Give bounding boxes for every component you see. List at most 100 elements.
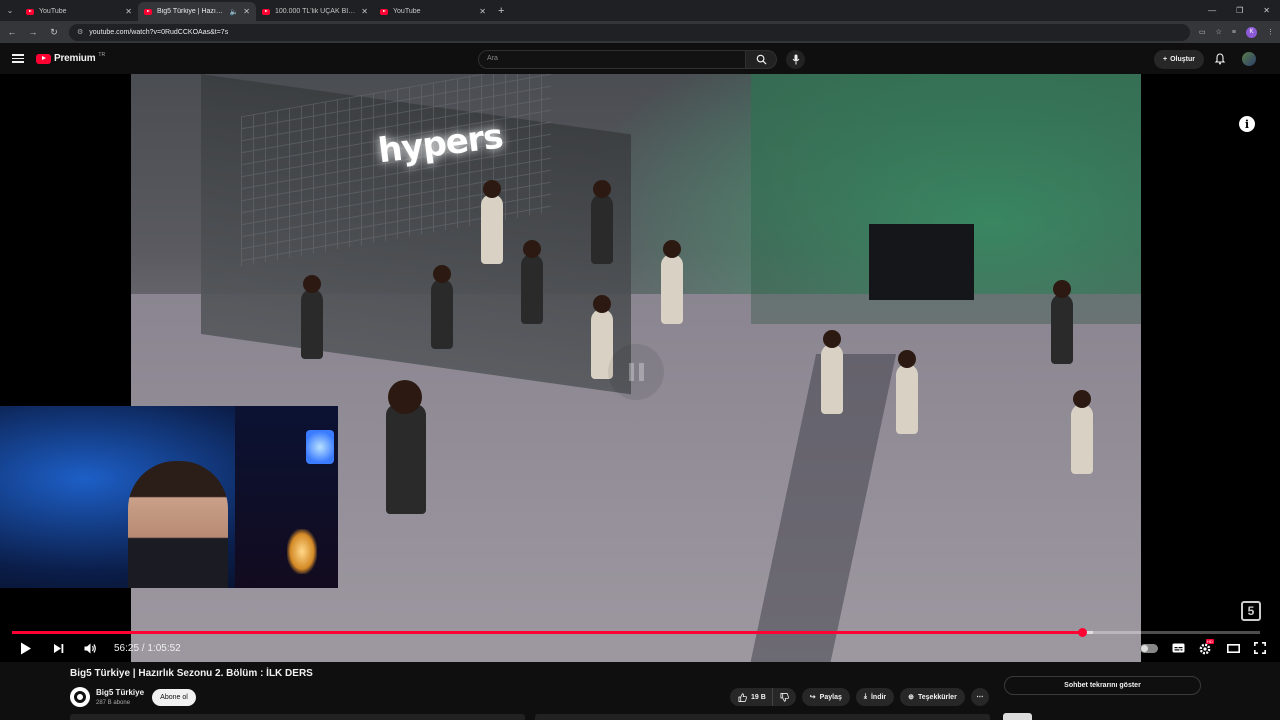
tab-search-icon[interactable]: ⌄	[0, 0, 20, 21]
create-label: Oluştur	[1170, 56, 1195, 63]
description-box[interactable]	[70, 714, 525, 720]
minimize-icon[interactable]: —	[1208, 6, 1216, 15]
back-icon[interactable]: ←	[6, 27, 18, 37]
tab-title: Big5 Türkiye | Hazırlık Sezonu 2. Bölüm …	[157, 8, 225, 15]
close-tab-icon[interactable]: ✕	[125, 7, 132, 16]
dancer	[481, 180, 503, 264]
like-count: 19 B	[751, 693, 766, 701]
dancer	[521, 240, 543, 324]
channel-name[interactable]: Big5 Türkiye	[96, 688, 144, 697]
youtube-favicon-icon	[380, 8, 388, 15]
browser-tab[interactable]: YouTube ✕	[20, 2, 138, 21]
dancer	[896, 350, 918, 434]
info-icon[interactable]: i	[1239, 116, 1255, 132]
webcam-lamp	[287, 529, 317, 574]
menu-icon[interactable]	[12, 54, 24, 63]
fullscreen-icon[interactable]	[1254, 642, 1266, 654]
tab-title: YouTube	[39, 8, 67, 15]
url-text: youtube.com/watch?v=0RudCCKOAas&t=7s	[89, 28, 229, 36]
dislike-button[interactable]	[771, 688, 796, 706]
share-button[interactable]: ↪ Paylaş	[801, 688, 850, 706]
browser-tab-strip: ⌄ YouTube ✕ Big5 Türkiye | Hazırlık Sezo…	[0, 0, 1280, 21]
extensions-icon[interactable]: ≡	[1232, 29, 1236, 36]
scrubber-handle[interactable]	[1077, 628, 1087, 637]
dancer	[661, 240, 683, 324]
thanks-icon: ⊕	[908, 694, 915, 701]
video-speaker	[869, 224, 974, 300]
notifications-bell-icon[interactable]	[1214, 53, 1226, 65]
comments-box[interactable]	[535, 714, 990, 720]
share-icon: ↪	[809, 694, 816, 701]
video-player[interactable]: hypers i 5 56:25 / 1:05:52 HD	[0, 74, 1280, 662]
subtitles-icon[interactable]	[1172, 643, 1185, 653]
audio-playing-icon[interactable]: 🔈	[230, 8, 239, 16]
thanks-label: Teşekkürler	[918, 693, 957, 701]
play-button[interactable]	[14, 639, 38, 657]
subscribe-button[interactable]: Abone ol	[152, 689, 196, 706]
download-icon: ⤓	[863, 693, 867, 700]
played-bar	[12, 631, 1082, 634]
player-controls: 56:25 / 1:05:52 HD	[0, 637, 1280, 659]
youtube-premium-logo[interactable]: Premium TR	[36, 51, 106, 64]
browser-tab-active[interactable]: Big5 Türkiye | Hazırlık Sezonu 2. Bölüm …	[138, 2, 256, 21]
new-tab-icon[interactable]: +	[498, 5, 504, 17]
close-tab-icon[interactable]: ✕	[479, 7, 486, 16]
channel-watermark[interactable]: 5	[1241, 601, 1261, 621]
play-icon	[21, 642, 31, 654]
browser-menu-icon[interactable]: ⋮	[1267, 28, 1274, 36]
dancer	[386, 380, 426, 514]
search-button[interactable]	[745, 50, 777, 69]
url-field[interactable]: ⚙ youtube.com/watch?v=0RudCCKOAas&t=7s	[69, 23, 1190, 41]
dancer	[1051, 280, 1073, 364]
more-actions-icon[interactable]: ⋯	[970, 688, 989, 706]
share-label: Paylaş	[819, 693, 842, 701]
site-info-icon[interactable]: ⚙	[77, 28, 83, 36]
bookmark-star-icon[interactable]: ☆	[1216, 28, 1222, 36]
thanks-button[interactable]: ⊕ Teşekkürler	[900, 688, 965, 706]
plus-icon: +	[1163, 56, 1168, 63]
youtube-favicon-icon	[262, 8, 270, 15]
search-icon	[756, 54, 767, 65]
reload-icon[interactable]: ↻	[48, 27, 60, 38]
volume-button[interactable]	[78, 639, 102, 657]
dancer	[1071, 390, 1093, 474]
show-chat-replay-button[interactable]: Sohbet tekrarını göster	[1004, 676, 1201, 695]
theater-mode-icon[interactable]	[1227, 643, 1240, 653]
time-display: 56:25 / 1:05:52	[114, 642, 181, 654]
hd-badge: HD	[1206, 639, 1214, 644]
pause-overlay-icon[interactable]	[608, 344, 664, 400]
logo-text: Premium	[54, 53, 96, 64]
region-code: TR	[98, 51, 106, 58]
streamer-webcam-overlay	[0, 406, 338, 588]
settings-button[interactable]: HD	[1199, 639, 1214, 655]
forward-icon[interactable]: →	[27, 27, 39, 37]
browser-tab[interactable]: 100.000 TL'lik UÇAK BİLETİ ile Pariste 2…	[256, 2, 374, 21]
dancer	[821, 330, 843, 414]
close-tab-icon[interactable]: ✕	[243, 7, 250, 16]
dancer	[431, 265, 453, 349]
video-actions: 19 B ↪ Paylaş ⤓ İndir ⊕ Teşekkürler ⋯	[730, 688, 989, 706]
create-button[interactable]: + Oluştur	[1154, 50, 1204, 69]
close-window-icon[interactable]: ✕	[1263, 6, 1270, 15]
dancer	[591, 180, 613, 264]
youtube-favicon-icon	[26, 8, 34, 15]
search-input[interactable]: Ara	[478, 50, 746, 69]
voice-search-button[interactable]	[786, 50, 805, 69]
autoplay-toggle[interactable]	[1140, 643, 1158, 653]
progress-bar[interactable]	[12, 628, 1260, 637]
close-tab-icon[interactable]: ✕	[361, 7, 368, 16]
youtube-logo-icon	[36, 53, 51, 64]
cast-icon[interactable]: ▭	[1199, 28, 1206, 36]
profile-avatar[interactable]: K	[1246, 26, 1257, 38]
browser-tab[interactable]: YouTube ✕	[374, 2, 492, 21]
volume-icon	[84, 643, 96, 653]
like-button[interactable]: 19 B	[730, 688, 772, 706]
account-avatar[interactable]	[1242, 52, 1256, 66]
channel-avatar[interactable]	[70, 687, 90, 707]
download-button[interactable]: ⤓ İndir	[855, 688, 895, 706]
microphone-icon	[792, 54, 799, 65]
next-button[interactable]	[46, 639, 70, 657]
restore-icon[interactable]: ❐	[1236, 6, 1243, 15]
recommended-thumbnail[interactable]	[1003, 713, 1032, 720]
webcam-person	[128, 461, 228, 588]
